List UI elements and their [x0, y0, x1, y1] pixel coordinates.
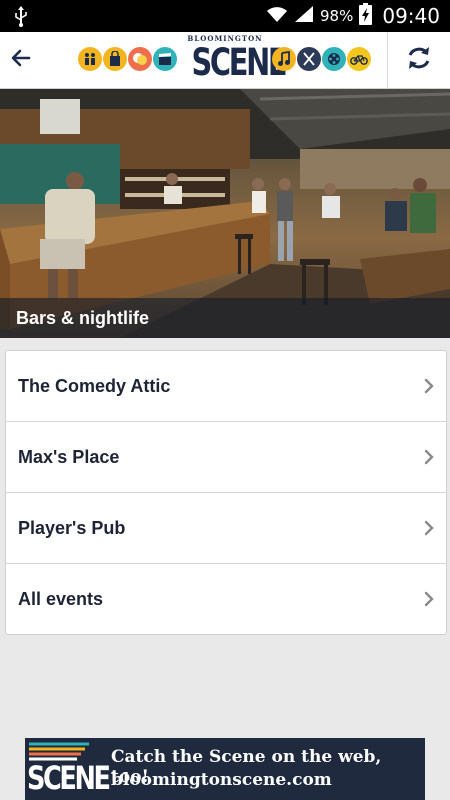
list-item-label: The Comedy Attic — [18, 375, 171, 396]
logo-big-text: SCENE — [191, 41, 287, 84]
battery-percent: 98% — [320, 7, 354, 25]
bicycle-icon[interactable] — [347, 47, 371, 71]
back-button[interactable] — [0, 32, 42, 88]
web-banner[interactable]: SCENE Catch the Scene on the web, too! b… — [25, 738, 425, 800]
hero-caption: Bars & nightlife — [16, 308, 150, 328]
list-item-label: Player's Pub — [18, 517, 126, 538]
chevron-right-icon — [424, 520, 434, 541]
list-item-maxs-place[interactable]: Max's Place — [6, 422, 446, 493]
usb-icon — [14, 5, 28, 32]
banner-logo: SCENE — [27, 759, 111, 797]
hero-image: Bars & nightlife — [0, 89, 450, 338]
clock: 09:40 — [382, 4, 440, 28]
status-bar: 98% 09:40 — [0, 0, 450, 32]
list-item-label: All events — [18, 588, 104, 609]
battery-charging-icon — [359, 2, 373, 30]
list-item-comedy-attic[interactable]: The Comedy Attic — [6, 351, 446, 422]
category-strip: BLOOMINGTON SCENE — [74, 32, 374, 88]
chevron-right-icon — [424, 378, 434, 399]
list-item-all-events[interactable]: All events — [6, 564, 446, 634]
shopping-icon[interactable] — [103, 47, 127, 71]
venue-list: The Comedy Attic Max's Place Player's Pu… — [5, 350, 447, 635]
dining-icon[interactable] — [297, 47, 321, 71]
chevron-right-icon — [424, 591, 434, 612]
list-item-players-pub[interactable]: Player's Pub — [6, 493, 446, 564]
app-header: BLOOMINGTON SCENE — [0, 32, 450, 89]
film-clapper-icon[interactable] — [153, 47, 177, 71]
film-reel-icon[interactable] — [322, 47, 346, 71]
music-note-icon[interactable] — [272, 47, 296, 71]
family-icon[interactable] — [78, 47, 102, 71]
theater-masks-icon[interactable] — [128, 47, 152, 71]
chevron-right-icon — [424, 449, 434, 470]
arrow-left-icon — [11, 49, 31, 72]
bloomington-scene-logo: BLOOMINGTON SCENE — [182, 34, 287, 86]
signal-icon — [294, 5, 314, 28]
banner-url: bloomingtonscene.com — [111, 770, 332, 790]
list-item-label: Max's Place — [18, 446, 120, 467]
refresh-button[interactable] — [387, 32, 450, 88]
wifi-icon — [266, 5, 288, 28]
refresh-icon — [405, 44, 433, 77]
